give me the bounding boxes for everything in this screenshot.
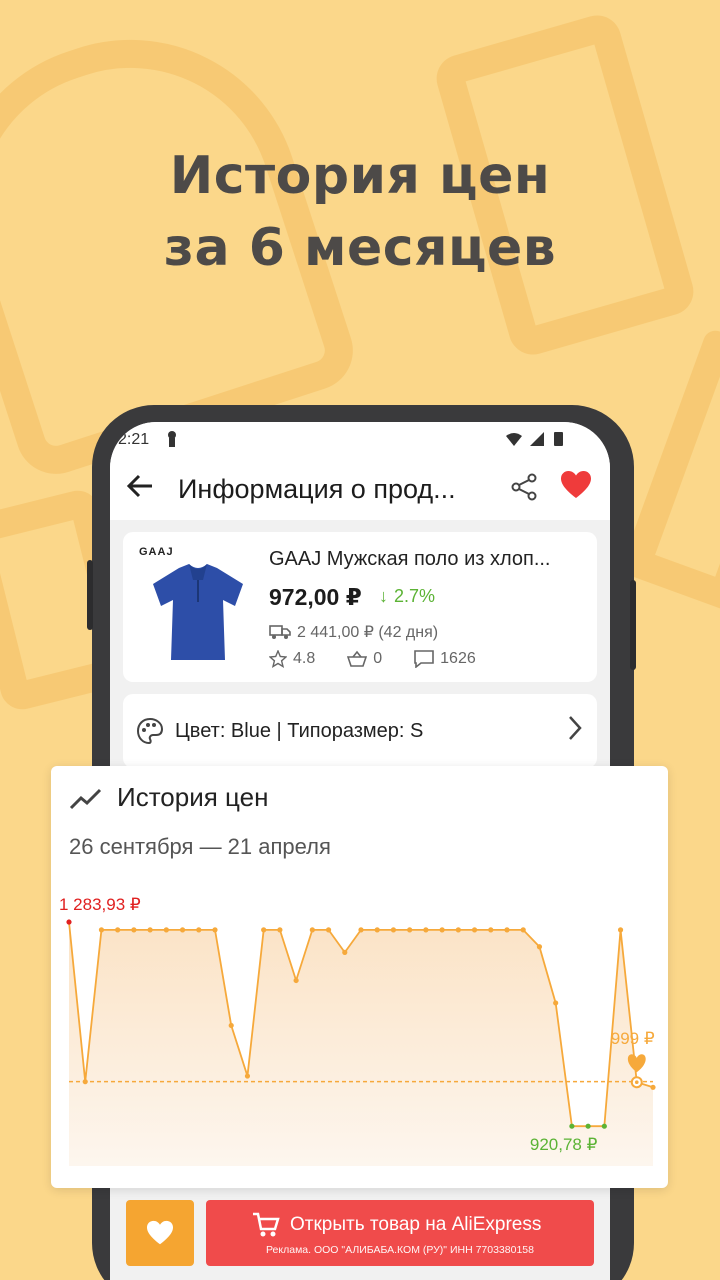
product-stats: 4.8 0 1626 (269, 650, 508, 668)
data-point (228, 1022, 234, 1029)
data-point (471, 927, 478, 933)
data-point (423, 927, 429, 933)
product-name: GAAJ Мужская поло из хлоп... (269, 548, 551, 570)
reviews: 1626 (414, 650, 492, 668)
data-point (325, 927, 332, 933)
current-price-label: 999 ₽ (611, 1029, 655, 1048)
data-point (163, 927, 169, 933)
reviews-value: 1626 (440, 650, 476, 667)
data-point (569, 1123, 575, 1129)
page-title: Информация о прод... (178, 474, 456, 504)
current-price-dot (634, 1080, 639, 1085)
product-price: 972,00 ₽ (269, 584, 362, 610)
price-history-panel: История цен 26 сентября — 21 апреля 1 28… (51, 766, 668, 1188)
data-point (115, 927, 121, 933)
min-price-label: 920,78 ₽ (530, 1135, 598, 1154)
data-point (455, 927, 461, 933)
share-icon[interactable] (510, 472, 538, 507)
signal-icon (530, 432, 544, 446)
data-point (342, 949, 348, 955)
orders: 0 (347, 650, 398, 668)
data-point (212, 927, 218, 933)
product-card[interactable]: GAAJ GAAJ Мужская поло из хлоп... 972,00… (123, 532, 597, 682)
orders-value: 0 (373, 650, 383, 667)
chart-area-fill (69, 922, 653, 1166)
shipping-text: 2 441,00 ₽ (42 дня) (297, 624, 439, 641)
wifi-icon (506, 433, 522, 446)
price-drop-value: 2.7% (394, 586, 436, 606)
basket-icon (347, 650, 368, 667)
back-arrow-icon[interactable] (126, 472, 154, 508)
phone-power-button (630, 580, 636, 670)
rating: 4.8 (269, 650, 331, 668)
open-button-label: Открыть товар на AliExpress (290, 1214, 542, 1235)
max-price-label: 1 283,93 ₽ (59, 895, 141, 914)
data-point (650, 1084, 656, 1090)
palette-icon (136, 717, 164, 749)
arrow-down-icon: ↓ (379, 586, 388, 606)
data-point (407, 927, 413, 933)
data-point (504, 927, 510, 933)
variant-selector[interactable]: Цвет: Blue | Типоразмер: S (123, 694, 597, 768)
data-point (439, 927, 445, 933)
comment-icon (414, 650, 434, 668)
rating-value: 4.8 (293, 650, 316, 667)
data-point (82, 1079, 88, 1085)
data-point (390, 927, 397, 933)
data-point (374, 927, 380, 933)
headline-line-1: История цен (169, 146, 551, 206)
headline-line-2: за 6 месяцев (163, 218, 557, 278)
data-point (277, 927, 283, 933)
data-point (66, 919, 72, 925)
headline: История цен за 6 месяцев (0, 140, 720, 284)
data-point (293, 977, 299, 984)
battery-icon (554, 432, 563, 446)
data-point (585, 1123, 591, 1129)
variant-text: Цвет: Blue | Типоразмер: S (175, 720, 424, 742)
bottom-bar: Открыть товар на AliExpress Реклама. ООО… (0, 1188, 720, 1280)
status-time: 2:21 (118, 431, 150, 448)
favorite-heart-icon[interactable] (560, 470, 592, 505)
data-point (98, 927, 105, 933)
status-bar: 2:21 (110, 422, 610, 458)
brand-logo: GAAJ (139, 546, 174, 558)
data-point (488, 927, 494, 933)
open-on-aliexpress-button[interactable]: Открыть товар на AliExpress Реклама. ООО… (206, 1200, 594, 1266)
data-point (196, 927, 202, 933)
data-point (244, 1073, 251, 1079)
price-drop: ↓ 2.7% (379, 586, 435, 607)
data-point (147, 927, 153, 933)
phone-volume-button (87, 560, 93, 630)
status-icons (504, 430, 574, 453)
data-point (261, 927, 267, 933)
star-icon (269, 650, 287, 668)
data-point (553, 1000, 559, 1006)
data-point (358, 927, 364, 933)
app-bar: Информация о прод... (110, 458, 610, 520)
cart-icon (252, 1212, 280, 1243)
lock-icon (166, 430, 178, 453)
data-point (520, 927, 526, 933)
data-point (601, 1123, 607, 1129)
data-point (536, 944, 543, 950)
heart-icon (147, 1220, 173, 1245)
shipping-info: 2 441,00 ₽ (42 дня) (269, 622, 438, 642)
data-point (179, 927, 186, 933)
data-point (309, 927, 315, 933)
chevron-right-icon (567, 714, 583, 749)
data-point (617, 927, 624, 933)
truck-icon (269, 625, 291, 639)
ad-disclaimer: Реклама. ООО "АЛИБАБА.КОМ (РУ)" ИНН 7703… (266, 1244, 534, 1256)
product-image (143, 560, 253, 669)
add-to-favorites-button[interactable] (126, 1200, 194, 1266)
price-history-chart: 1 283,93 ₽ 920,78 ₽ 999 ₽ (59, 895, 656, 1166)
data-point (131, 927, 137, 933)
